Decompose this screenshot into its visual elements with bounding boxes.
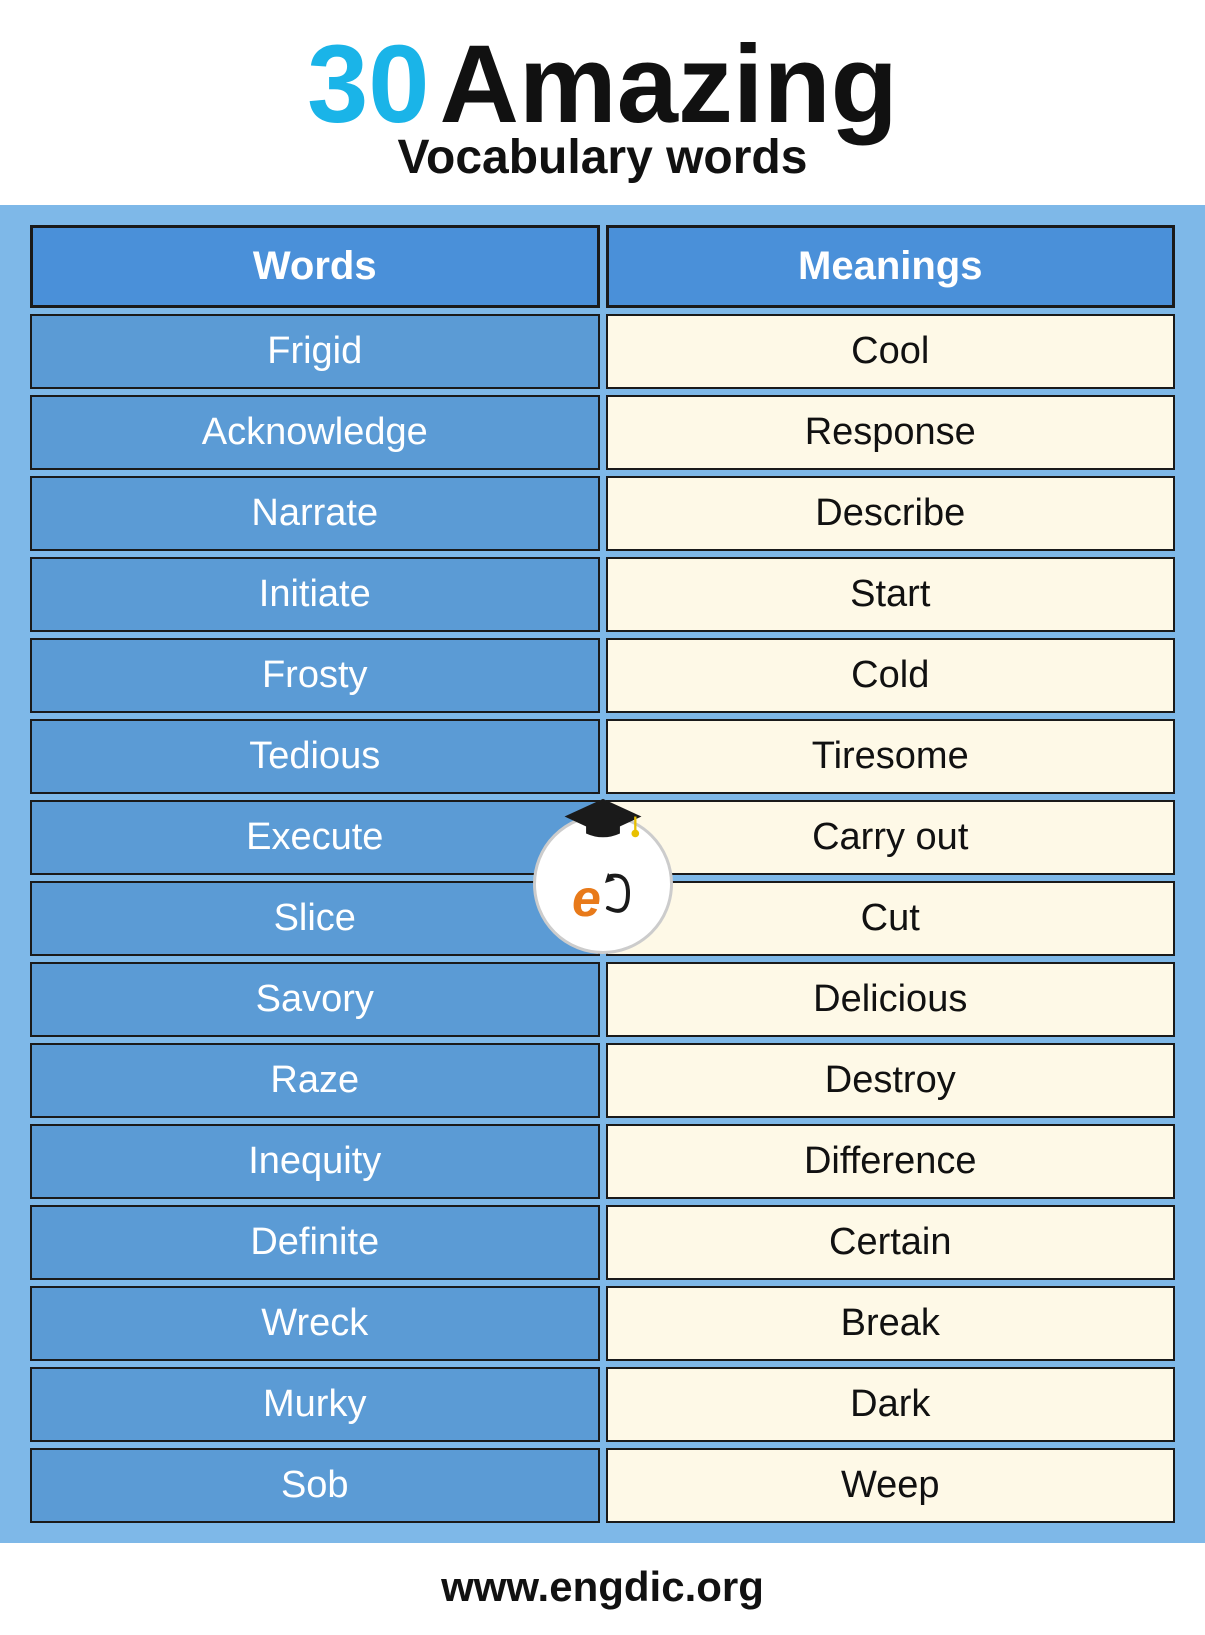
word-cell: Initiate — [30, 557, 600, 632]
amazing-label: Amazing — [439, 30, 897, 140]
word-cell: Savory — [30, 962, 600, 1037]
meaning-cell: Cut — [606, 881, 1176, 956]
meaning-cell: Weep — [606, 1448, 1176, 1523]
word-cell: Execute — [30, 800, 600, 875]
meaning-cell: Tiresome — [606, 719, 1176, 794]
word-cell: Narrate — [30, 476, 600, 551]
meaning-cell: Cold — [606, 638, 1176, 713]
word-cell: Tedious — [30, 719, 600, 794]
word-cell: Slice — [30, 881, 600, 956]
page-header: 30 Amazing Vocabulary words — [0, 0, 1205, 205]
meaning-cell: Start — [606, 557, 1176, 632]
logo-letter: e — [572, 873, 601, 925]
word-cell: Wreck — [30, 1286, 600, 1361]
graduation-cap-icon — [563, 795, 643, 850]
meanings-header: Meanings — [606, 225, 1176, 308]
number-30: 30 — [307, 30, 429, 140]
meaning-cell: Describe — [606, 476, 1176, 551]
meaning-cell: Dark — [606, 1367, 1176, 1442]
meaning-cell: Carry out — [606, 800, 1176, 875]
meaning-cell: Difference — [606, 1124, 1176, 1199]
main-content: Words Meanings FrigidCoolAcknowledgeResp… — [0, 205, 1205, 1543]
word-cell: Murky — [30, 1367, 600, 1442]
word-cell: Acknowledge — [30, 395, 600, 470]
word-cell: Definite — [30, 1205, 600, 1280]
word-cell: Inequity — [30, 1124, 600, 1199]
meaning-cell: Break — [606, 1286, 1176, 1361]
word-cell: Frosty — [30, 638, 600, 713]
word-cell: Raze — [30, 1043, 600, 1118]
word-cell: Sob — [30, 1448, 600, 1523]
meaning-cell: Destroy — [606, 1043, 1176, 1118]
meaning-cell: Certain — [606, 1205, 1176, 1280]
title-row: 30 Amazing — [307, 30, 898, 140]
logo-inner: e — [536, 817, 670, 951]
vocabulary-table: Words Meanings FrigidCoolAcknowledgeResp… — [30, 225, 1175, 1523]
word-cell: Frigid — [30, 314, 600, 389]
footer: www.engdic.org — [0, 1543, 1205, 1635]
footer-url: www.engdic.org — [441, 1563, 764, 1610]
meaning-cell: Response — [606, 395, 1176, 470]
meaning-cell: Cool — [606, 314, 1176, 389]
logo-overlay: e — [533, 814, 673, 954]
subtitle: Vocabulary words — [398, 130, 808, 185]
words-header: Words — [30, 225, 600, 308]
logo-arrow-icon — [603, 868, 633, 918]
meaning-cell: Delicious — [606, 962, 1176, 1037]
